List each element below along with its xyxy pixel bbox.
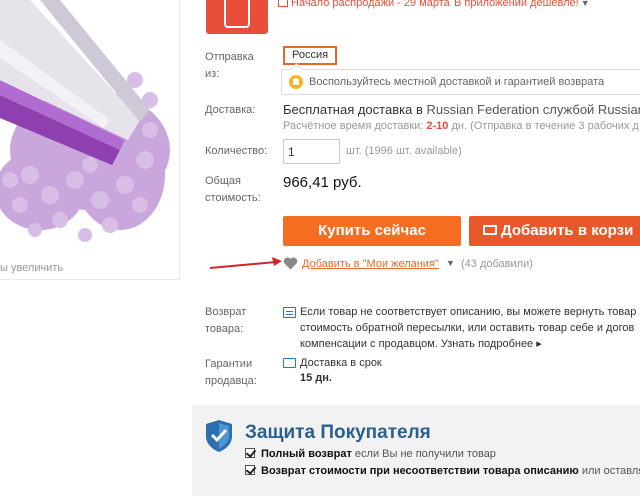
protection-item-not-as-described: Возврат стоимости при несоответствии тов… — [245, 465, 640, 477]
returns-text: Если товар не соответствует описанию, вы… — [300, 306, 637, 350]
truck-icon — [283, 358, 296, 368]
product-image-panel[interactable]: ы увеличить — [0, 0, 180, 280]
check-icon — [245, 448, 255, 458]
app-promo-logo — [206, 0, 268, 34]
free-shipping-text: Бесплатная доставка — [283, 102, 413, 117]
product-image[interactable] — [0, 0, 180, 262]
protection-item-full-refund: Полный возврат если Вы не получили товар — [245, 448, 496, 460]
learn-more-link[interactable]: Узнать подробнее ▸ — [441, 338, 542, 350]
sale-start-text: Начало распродажи - 29 марта — [278, 0, 450, 9]
promo-banner[interactable]: Начало распродажи - 29 марта В приложени… — [192, 0, 640, 34]
local-delivery-tip: Воспользуйтесь местной доставкой и гаран… — [281, 69, 640, 95]
ship-from-option[interactable]: Россия — [283, 46, 338, 65]
heart-icon[interactable] — [283, 257, 298, 270]
quantity-label: Количество: — [205, 145, 268, 157]
delivery-info[interactable]: Бесплатная доставка в Russian Federation… — [283, 102, 640, 117]
local-delivery-tip-text: Воспользуйтесь местной доставкой и гаран… — [309, 76, 605, 88]
guarantee-label: Гарантии продавца: — [205, 358, 257, 387]
app-cheaper-link[interactable]: В приложении дешевле! ▼ — [454, 0, 590, 9]
delivery-days: 2-10 — [426, 120, 449, 132]
on-time-delivery-text: Доставка в срок — [300, 357, 382, 369]
zoom-hint: ы увеличить — [0, 262, 64, 274]
buyer-protection-panel: Защита Покупателя Полный возврат если Вы… — [192, 405, 640, 496]
return-policy-icon — [283, 307, 296, 318]
delivery-in-word: в — [415, 102, 423, 117]
total-price: 966,41 руб. — [283, 174, 362, 191]
buyer-protection-title: Защита Покупателя — [245, 422, 431, 443]
quantity-input[interactable] — [283, 139, 340, 164]
delivery-label: Доставка: — [205, 104, 256, 116]
quantity-available: шт. (1996 шт. available) — [346, 145, 462, 157]
chevron-down-icon: ▼ — [580, 0, 590, 8]
shield-icon — [206, 420, 232, 452]
buy-now-button[interactable]: Купить сейчас — [283, 216, 461, 246]
returns-label: Возврат товара: — [205, 306, 247, 335]
add-to-cart-button[interactable]: Добавить в корзи — [469, 216, 640, 246]
phone-icon — [224, 0, 250, 28]
add-to-wishlist-link[interactable]: Добавить в "Мои желания" — [302, 258, 439, 270]
wishlist-count: (43 добавили) — [461, 258, 533, 270]
delivery-estimate: Расчётное время доставки: 2-10 дн. (Отпр… — [283, 120, 639, 132]
check-icon — [245, 465, 255, 475]
lightbulb-icon — [289, 75, 303, 89]
gift-icon — [278, 0, 288, 7]
cart-icon — [483, 225, 497, 235]
chevron-down-icon[interactable]: ▼ — [446, 258, 455, 268]
red-arrow-annotation — [209, 257, 282, 269]
on-time-delivery-days: 15 дн. — [300, 372, 332, 384]
ship-from-label: Отправка из: — [205, 51, 254, 80]
total-price-label: Общая стоимость: — [205, 175, 261, 204]
delivery-destination[interactable]: Russian Federation службой Russian — [426, 102, 640, 117]
